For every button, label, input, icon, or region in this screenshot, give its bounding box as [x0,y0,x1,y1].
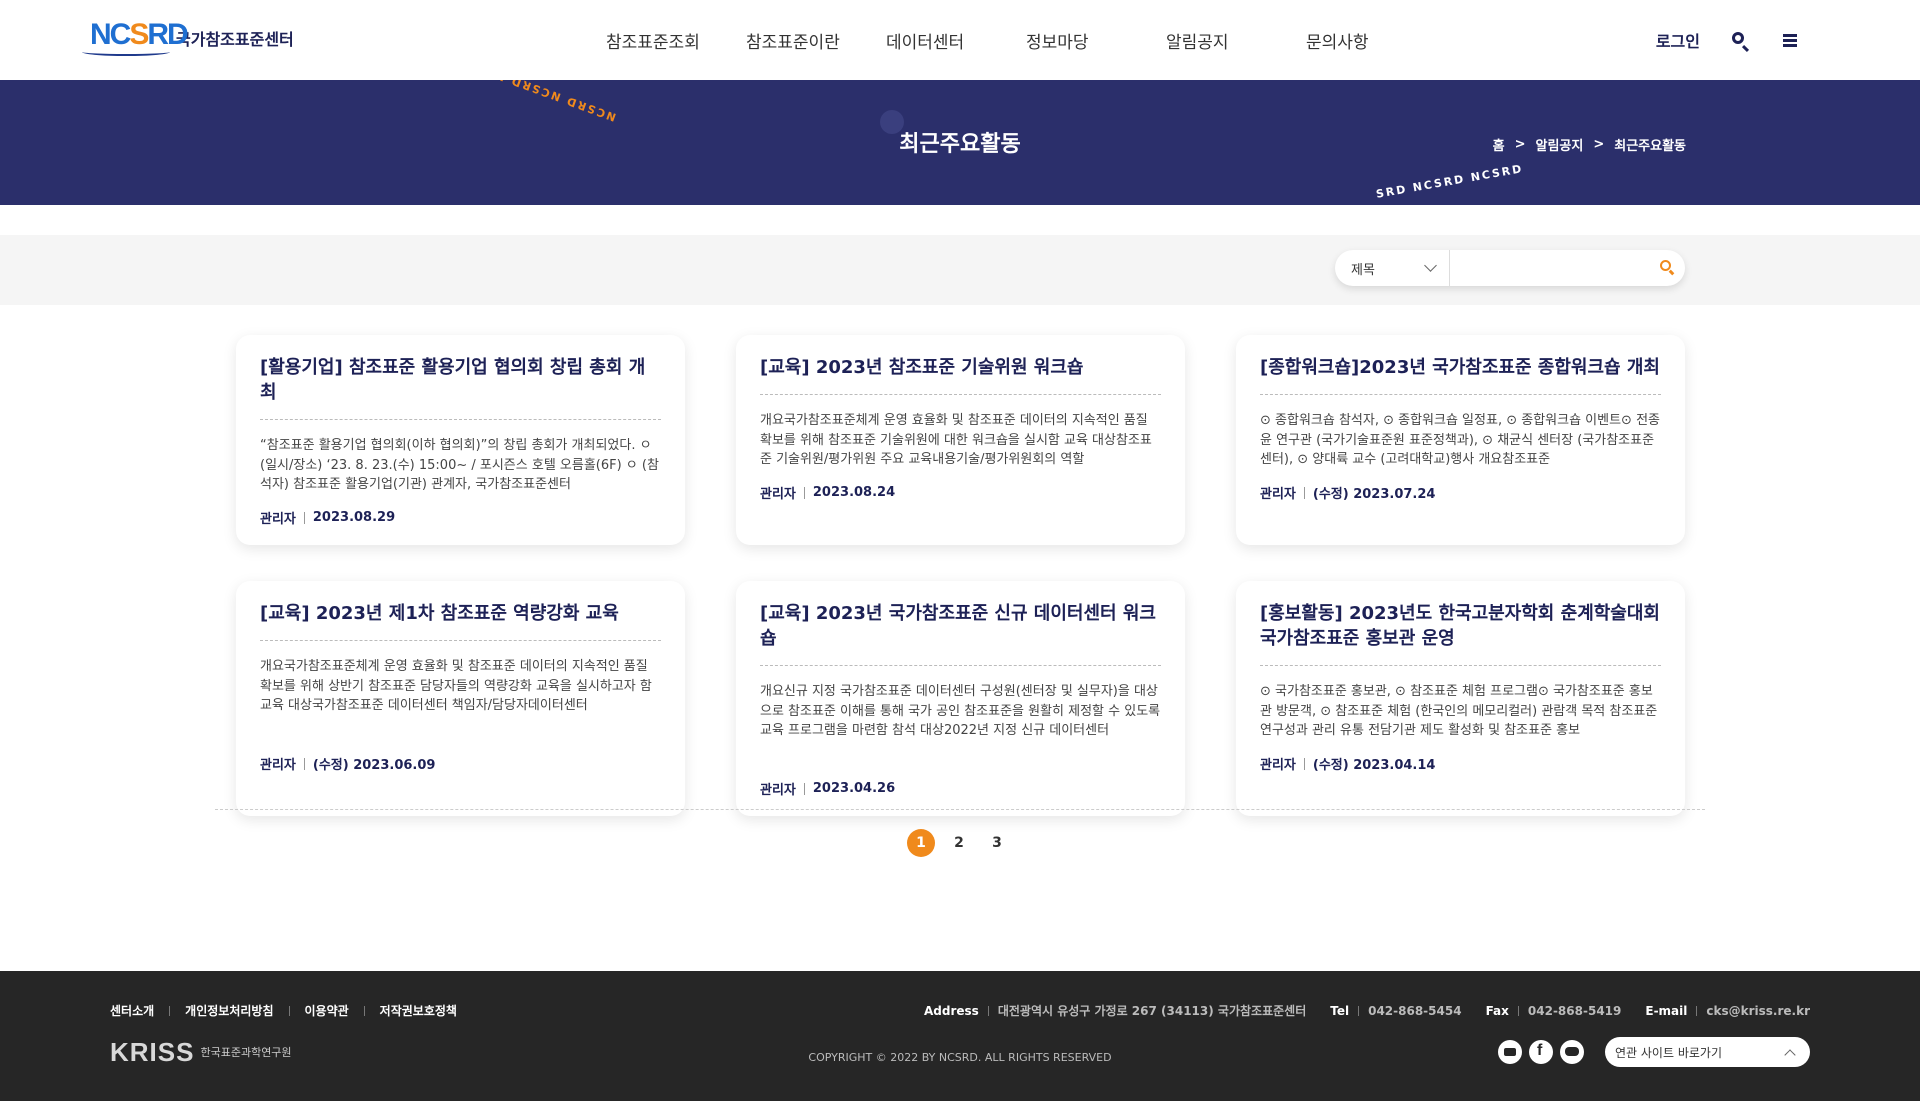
logo-text: 국가참조표준센터 [176,30,294,49]
related-sites-select[interactable]: 연관 사이트 바로가기 [1605,1037,1810,1067]
youtube-icon[interactable] [1498,1040,1522,1064]
activity-card[interactable]: [활용기업] 참조표준 활용기업 협의회 창립 총회 개최 “참조표준 활용기업… [236,335,685,545]
card-meta: 관리자 2023.08.29 [260,508,661,527]
card-author: 관리자 [260,758,296,773]
chevron-right-icon: > [1593,137,1605,152]
card-author: 관리자 [760,487,796,502]
hamburger-menu-icon[interactable] [1780,30,1800,50]
site-header: NCSRD 국가참조표준센터 참조표준조회 참조표준이란 데이터센터 정보마당 … [0,0,1920,80]
card-meta: 관리자 2023.08.24 [760,483,1161,502]
decorative-ring-text: NCSRD NCSRD NCSRD [452,80,618,124]
card-title: [종합워크숍]2023년 국가참조표준 종합워크숍 개최 [1260,355,1661,395]
search-icon [1660,260,1671,271]
footer-links: 센터소개 개인정보처리방침 이용약관 저작권보호정책 [110,1002,457,1019]
card-title: [교육] 2023년 참조표준 기술위원 워크숍 [760,355,1161,395]
card-summary: ⊙ 종합워크숍 참석자, ⊙ 종합워크숍 일정표, ⊙ 종합워크숍 이벤트⊙ 전… [1260,413,1660,467]
nav-item-data-center[interactable]: 데이터센터 [886,28,1026,53]
activity-card-grid: [활용기업] 참조표준 활용기업 협의회 창립 총회 개최 “참조표준 활용기업… [236,335,1686,816]
address-label: Address [924,1003,979,1018]
search-field-selected: 제목 [1351,262,1375,278]
page-button-2[interactable]: 2 [945,829,973,857]
search-field-select[interactable]: 제목 [1335,250,1450,286]
site-footer: 센터소개 개인정보처리방침 이용약관 저작권보호정책 Address 대전광역시… [0,971,1920,1101]
activity-card[interactable]: [교육] 2023년 참조표준 기술위원 워크숍 개요국가참조표준체계 운영 효… [736,335,1185,545]
card-summary: ⊙ 국가참조표준 홍보관, ⊙ 참조표준 체험 프로그램⊙ 국가참조표준 홍보관… [1260,684,1658,738]
fax-label: Fax [1485,1003,1509,1018]
address-value: 대전광역시 유성구 가정로 267 (34113) 국가참조표준센터 [997,1004,1307,1018]
search-strip: 제목 [0,235,1920,305]
page-button-1[interactable]: 1 [907,829,935,857]
chevron-up-icon [1784,1048,1796,1061]
card-author: 관리자 [260,512,296,527]
related-sites-label: 연관 사이트 바로가기 [1615,1045,1722,1060]
site-logo[interactable]: NCSRD 국가참조표준센터 [82,18,294,58]
chevron-right-icon: > [1514,137,1526,152]
ncsrd-logo-mark: NCSRD [82,18,189,58]
pagination: 1 2 3 [907,829,1011,857]
card-author: 관리자 [1260,758,1296,773]
header-utilities: 로그인 [1656,28,1800,52]
breadcrumb-notice[interactable]: 알림공지 [1535,135,1583,154]
facebook-icon[interactable] [1529,1040,1553,1064]
nav-item-info[interactable]: 정보마당 [1026,28,1166,53]
nav-item-inquiry[interactable]: 문의사항 [1306,28,1446,53]
page-button-3[interactable]: 3 [983,829,1011,857]
activity-card[interactable]: [교육] 2023년 제1차 참조표준 역량강화 교육 개요국가참조표준체계 운… [236,581,685,816]
list-divider [215,809,1705,810]
blog-icon[interactable] [1560,1040,1584,1064]
chevron-down-icon [1424,259,1437,272]
footer-link-terms[interactable]: 이용약관 [305,1002,349,1019]
breadcrumb-current[interactable]: 최근주요활동 [1614,135,1686,154]
card-author: 관리자 [1260,487,1296,502]
sns-links [1498,1040,1584,1064]
footer-link-about[interactable]: 센터소개 [110,1002,154,1019]
card-title: [교육] 2023년 제1차 참조표준 역량강화 교육 [260,601,661,641]
activity-card[interactable]: [종합워크숍]2023년 국가참조표준 종합워크숍 개최 ⊙ 종합워크숍 참석자… [1236,335,1685,545]
card-date: 2023.08.29 [312,510,396,525]
card-summary: 개요국가참조표준체계 운영 효율화 및 참조표준 데이터의 지속적인 품질 확보… [260,659,652,713]
page-banner: NCSRD NCSRD NCSRD 최근주요활동 SRD NCSRD NCSRD… [0,80,1920,205]
login-link[interactable]: 로그인 [1656,28,1700,52]
card-meta: 관리자 (수정) 2023.07.24 [1260,483,1661,502]
search-icon[interactable] [1730,30,1750,50]
nav-item-reference-search[interactable]: 참조표준조회 [606,28,746,53]
card-summary: 개요신규 지정 국가참조표준 데이터센터 구성원(센터장 및 실무자)을 대상으… [760,684,1161,738]
nav-item-about-reference[interactable]: 참조표준이란 [746,28,886,53]
card-date: 2023.04.26 [812,781,896,796]
activity-card[interactable]: [교육] 2023년 국가참조표준 신규 데이터센터 워크숍 개요신규 지정 국… [736,581,1185,816]
breadcrumb-home[interactable]: 홈 [1493,135,1505,154]
card-author: 관리자 [760,783,796,798]
card-date: (수정) 2023.07.24 [1312,487,1436,502]
card-meta: 관리자 (수정) 2023.04.14 [1260,754,1661,773]
tel-value: 042-868-5454 [1368,1003,1462,1018]
tel-label: Tel [1330,1003,1350,1018]
card-title: [활용기업] 참조표준 활용기업 협의회 창립 총회 개최 [260,355,661,420]
logo-mark-text: NCSRD [90,18,189,51]
card-date: 2023.08.24 [812,485,896,500]
search-box: 제목 [1335,250,1685,286]
card-title: [홍보활동] 2023년도 한국고분자학회 춘계학술대회 국가참조표준 홍보관 … [1260,601,1661,666]
card-meta: 관리자 (수정) 2023.06.09 [260,754,661,773]
footer-link-copyright-policy[interactable]: 저작권보호정책 [380,1002,457,1019]
fax-value: 042-868-5419 [1527,1003,1622,1018]
card-meta: 관리자 2023.04.26 [760,779,1161,798]
activity-card[interactable]: [홍보활동] 2023년도 한국고분자학회 춘계학술대회 국가참조표준 홍보관 … [1236,581,1685,816]
card-title: [교육] 2023년 국가참조표준 신규 데이터센터 워크숍 [760,601,1161,666]
card-summary: 개요국가참조표준체계 운영 효율화 및 참조표준 데이터의 지속적인 품질 확보… [760,413,1152,467]
card-summary: “참조표준 활용기업 협의회(이하 협의회)”의 창립 총회가 개최되었다. ㅇ… [260,438,659,492]
nav-item-notice[interactable]: 알림공지 [1166,28,1306,53]
breadcrumb: 홈 > 알림공지 > 최근주요활동 [1493,135,1686,154]
card-date: (수정) 2023.04.14 [1312,758,1436,773]
email-label: E-mail [1645,1003,1688,1018]
logo-swoosh [82,48,170,56]
footer-link-privacy[interactable]: 개인정보처리방침 [185,1002,273,1019]
search-submit-button[interactable] [1649,250,1685,286]
footer-contact-info: Address 대전광역시 유성구 가정로 267 (34113) 국가참조표준… [924,1002,1810,1019]
email-value: cks@kriss.re.kr [1706,1003,1810,1018]
main-nav: 참조표준조회 참조표준이란 데이터센터 정보마당 알림공지 문의사항 [606,28,1446,53]
search-input[interactable] [1450,250,1649,286]
card-date: (수정) 2023.06.09 [312,758,436,773]
decorative-ring-text: SRD NCSRD NCSRD [1375,162,1525,201]
